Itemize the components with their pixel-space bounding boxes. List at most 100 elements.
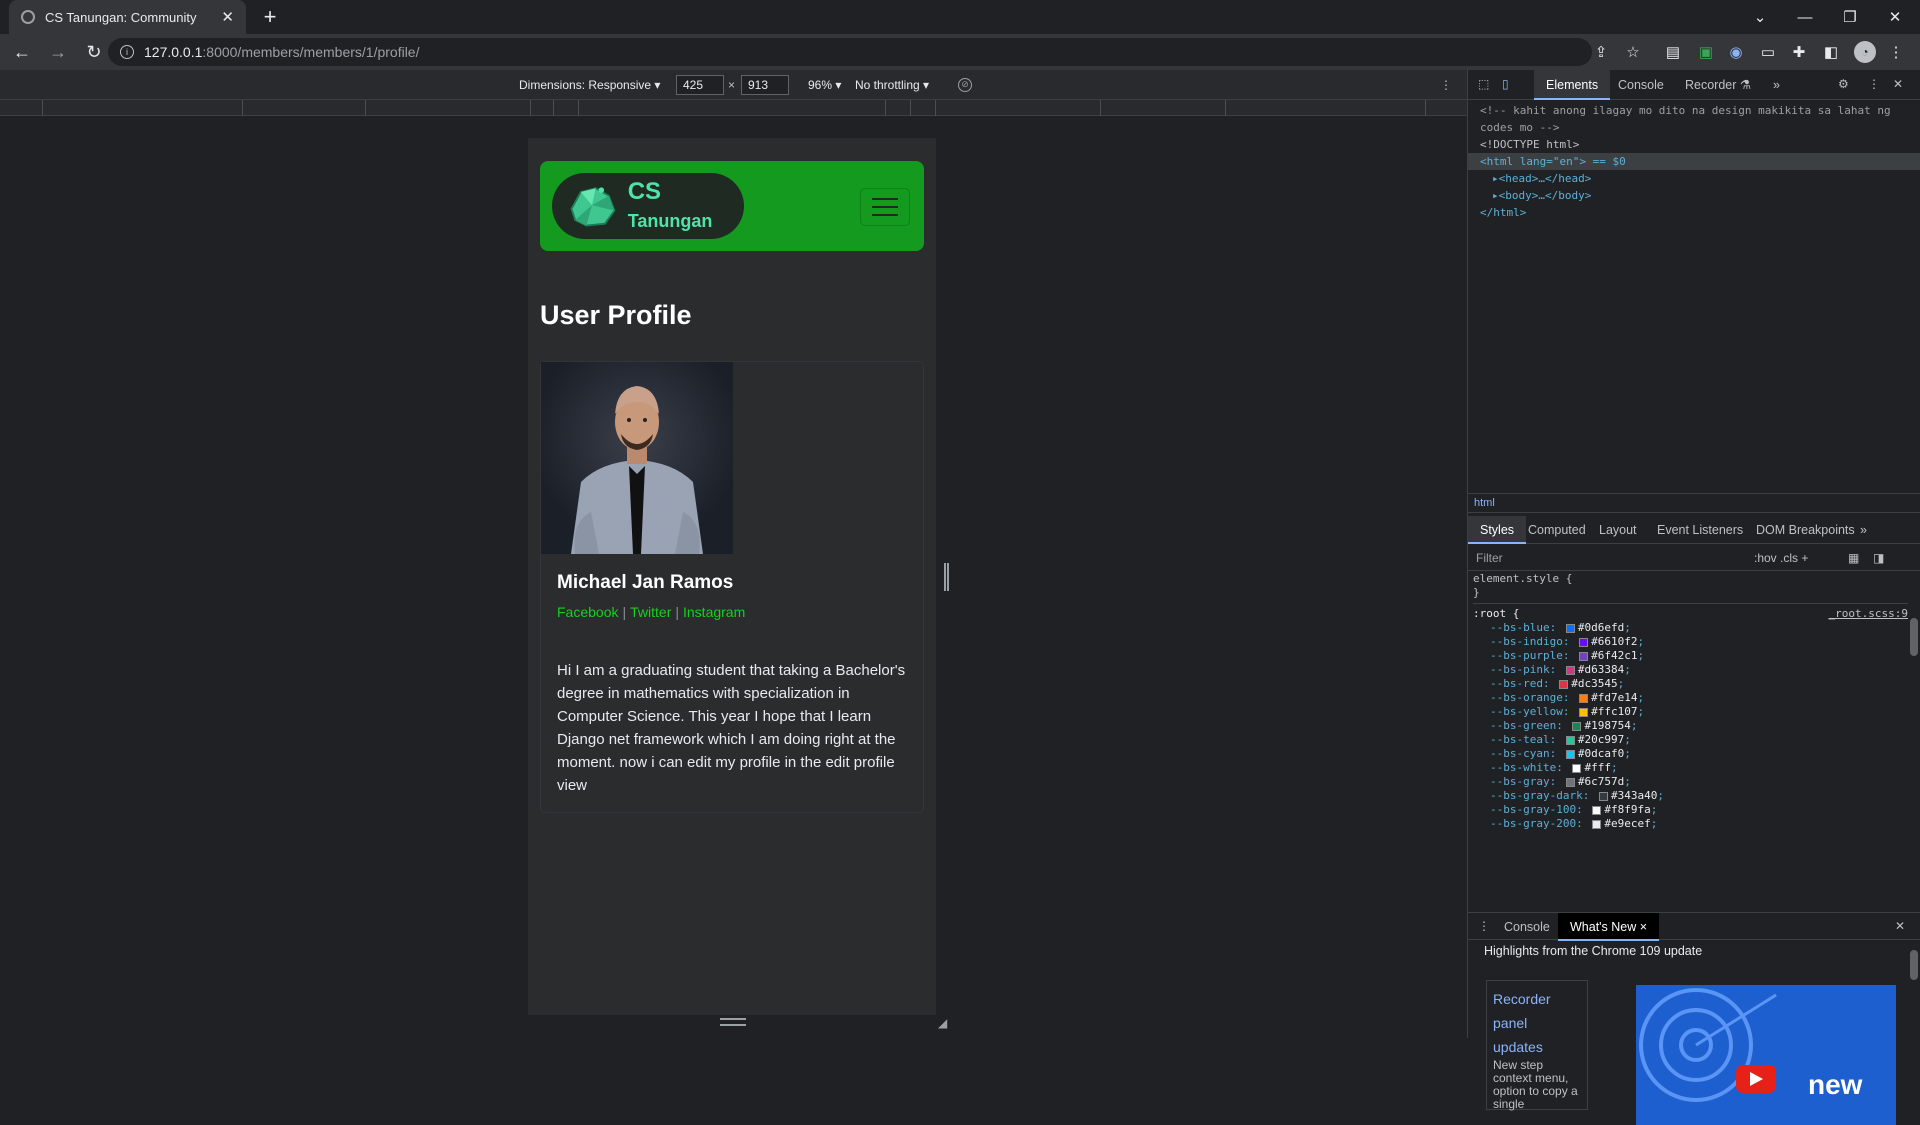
color-swatch-icon[interactable] bbox=[1579, 637, 1589, 647]
bookmark-star-icon[interactable]: ☆ bbox=[1622, 41, 1644, 63]
css-variable-row[interactable]: --bs-gray-dark: #343a40; bbox=[1473, 789, 1908, 803]
css-variable-row[interactable]: --bs-gray-200: #e9ecef; bbox=[1473, 817, 1908, 831]
minimize-button[interactable]: — bbox=[1785, 3, 1825, 31]
css-variable-row[interactable]: --bs-white: #fff; bbox=[1473, 761, 1908, 775]
reader-icon[interactable]: ▤ bbox=[1662, 41, 1684, 63]
css-variable-row[interactable]: --bs-teal: #20c997; bbox=[1473, 733, 1908, 747]
dom-comment[interactable]: <!-- kahit anong ilagay mo dito na desig… bbox=[1480, 102, 1920, 119]
color-swatch-icon[interactable] bbox=[1598, 791, 1608, 801]
css-variable-row[interactable]: --bs-blue: #0d6efd; bbox=[1473, 621, 1908, 635]
close-drawer-icon[interactable]: ✕ bbox=[1895, 919, 1905, 933]
dom-html-close[interactable]: </html> bbox=[1480, 204, 1920, 221]
css-variable-row[interactable]: --bs-purple: #6f42c1; bbox=[1473, 649, 1908, 663]
css-variable-row[interactable]: --bs-cyan: #0dcaf0; bbox=[1473, 747, 1908, 761]
css-variable-row[interactable]: --bs-yellow: #ffc107; bbox=[1473, 705, 1908, 719]
device-resize-handle-bottom[interactable] bbox=[720, 1018, 746, 1026]
info-icon[interactable]: i bbox=[120, 45, 134, 59]
css-variable-row[interactable]: --bs-green: #198754; bbox=[1473, 719, 1908, 733]
css-variable-row[interactable]: --bs-indigo: #6610f2; bbox=[1473, 635, 1908, 649]
forward-icon[interactable]: → bbox=[44, 38, 72, 66]
breadcrumb[interactable]: html bbox=[1468, 493, 1920, 513]
whats-new-link[interactable]: panel bbox=[1493, 1011, 1581, 1035]
paint-icon[interactable]: ▦ bbox=[1848, 545, 1859, 571]
tab-search-icon[interactable]: ⌄ bbox=[1740, 3, 1780, 31]
device-resize-handle-right[interactable] bbox=[944, 563, 949, 591]
close-tab-icon[interactable]: ✕ bbox=[221, 8, 234, 26]
side-panel-icon[interactable]: ◧ bbox=[1820, 41, 1842, 63]
reload-icon[interactable]: ↻ bbox=[80, 38, 108, 66]
color-swatch-icon[interactable] bbox=[1559, 679, 1569, 689]
color-swatch-icon[interactable] bbox=[1565, 777, 1575, 787]
extension-green-icon[interactable]: ▣ bbox=[1695, 41, 1717, 63]
share-icon[interactable]: ⇪ bbox=[1590, 41, 1612, 63]
twitter-link[interactable]: Twitter bbox=[630, 604, 671, 620]
more-tabs-icon[interactable]: » bbox=[1773, 70, 1780, 100]
css-variable-value[interactable]: #6c757d bbox=[1578, 775, 1624, 788]
dom-doctype[interactable]: <!DOCTYPE html> bbox=[1480, 136, 1920, 153]
color-swatch-icon[interactable] bbox=[1579, 707, 1589, 717]
inspect-element-icon[interactable]: ⬚ bbox=[1478, 77, 1489, 91]
media-query-ruler[interactable] bbox=[0, 100, 1467, 116]
whats-new-link[interactable]: Recorder bbox=[1493, 987, 1581, 1011]
css-variable-value[interactable]: #0d6efd bbox=[1578, 621, 1624, 634]
color-swatch-icon[interactable] bbox=[1572, 721, 1582, 731]
color-swatch-icon[interactable] bbox=[1565, 735, 1575, 745]
css-variable-row[interactable]: --bs-red: #dc3545; bbox=[1473, 677, 1908, 691]
facebook-link[interactable]: Facebook bbox=[557, 604, 618, 620]
device-toggle-icon[interactable]: ▯ bbox=[1502, 77, 1509, 91]
css-variable-row[interactable]: --bs-orange: #fd7e14; bbox=[1473, 691, 1908, 705]
puzzle-icon[interactable]: ✚ bbox=[1788, 41, 1810, 63]
whats-new-video-thumbnail[interactable]: new bbox=[1636, 985, 1896, 1125]
styles-scrollbar[interactable] bbox=[1910, 618, 1918, 656]
color-swatch-icon[interactable] bbox=[1565, 623, 1575, 633]
toggle-sidebar-icon[interactable]: ◨ bbox=[1873, 545, 1884, 571]
devtools-menu-icon[interactable]: ⋮ bbox=[1868, 77, 1880, 91]
zoom-select[interactable]: 96% ▾ bbox=[808, 78, 841, 92]
more-style-tabs-icon[interactable]: » bbox=[1860, 516, 1867, 544]
extension-window-icon[interactable]: ▭ bbox=[1757, 41, 1779, 63]
root-selector[interactable]: :root { bbox=[1473, 607, 1519, 620]
dom-head-node[interactable]: ▸<head>…</head> bbox=[1480, 170, 1920, 187]
drawer-tab-console[interactable]: Console bbox=[1504, 913, 1550, 941]
css-variable-value[interactable]: #fff bbox=[1584, 761, 1611, 774]
drawer-tab-whats-new[interactable]: What's New × bbox=[1558, 913, 1660, 941]
color-swatch-icon[interactable] bbox=[1592, 819, 1602, 829]
tab-dom-breakpoints[interactable]: DOM Breakpoints bbox=[1756, 516, 1855, 544]
css-variable-value[interactable]: #ffc107 bbox=[1591, 705, 1637, 718]
close-window-button[interactable]: ✕ bbox=[1875, 3, 1915, 31]
dom-html-node[interactable]: <html lang="en"> == $0 bbox=[1468, 153, 1920, 170]
settings-gear-icon[interactable]: ⚙ bbox=[1838, 77, 1849, 91]
address-bar[interactable]: i 127.0.0.1:8000/members/members/1/profi… bbox=[108, 38, 1592, 66]
throttling-select[interactable]: No throttling ▾ bbox=[855, 78, 929, 92]
css-variable-value[interactable]: #dc3545 bbox=[1571, 677, 1617, 690]
browser-tab[interactable]: CS Tanungan: Community ✕ bbox=[9, 0, 246, 34]
tab-computed[interactable]: Computed bbox=[1528, 516, 1586, 544]
css-variable-value[interactable]: #d63384 bbox=[1578, 663, 1624, 676]
styles-filter-input[interactable]: Filter :hov .cls + ▦ ◨ bbox=[1468, 545, 1920, 571]
css-variable-value[interactable]: #e9ecef bbox=[1604, 817, 1650, 830]
color-swatch-icon[interactable] bbox=[1579, 693, 1589, 703]
back-icon[interactable]: ← bbox=[8, 38, 36, 66]
tab-styles[interactable]: Styles bbox=[1468, 516, 1527, 544]
dom-comment-cont[interactable]: codes mo --> bbox=[1480, 119, 1920, 136]
color-swatch-icon[interactable] bbox=[1592, 805, 1602, 815]
tab-elements[interactable]: Elements bbox=[1534, 70, 1611, 100]
drawer-scrollbar[interactable] bbox=[1910, 950, 1918, 980]
css-variable-row[interactable]: --bs-gray: #6c757d; bbox=[1473, 775, 1908, 789]
tab-console[interactable]: Console bbox=[1618, 70, 1664, 100]
css-variable-value[interactable]: #0dcaf0 bbox=[1578, 747, 1624, 760]
rotate-icon[interactable]: ⊘ bbox=[958, 77, 972, 92]
css-variable-value[interactable]: #20c997 bbox=[1578, 733, 1624, 746]
close-devtools-icon[interactable]: ✕ bbox=[1893, 77, 1903, 91]
whats-new-link[interactable]: updates bbox=[1493, 1035, 1581, 1059]
css-variable-value[interactable]: #fd7e14 bbox=[1591, 691, 1637, 704]
extension-timer-icon[interactable]: ◉ bbox=[1725, 41, 1747, 63]
hamburger-menu-button[interactable] bbox=[860, 188, 910, 226]
element-style-rule[interactable]: element.style { bbox=[1473, 572, 1908, 586]
filter-tools[interactable]: :hov .cls + bbox=[1754, 545, 1808, 571]
tab-recorder[interactable]: Recorder ⚗ bbox=[1685, 70, 1751, 100]
css-variable-value[interactable]: #6f42c1 bbox=[1591, 649, 1637, 662]
instagram-link[interactable]: Instagram bbox=[683, 604, 745, 620]
css-variable-value[interactable]: #198754 bbox=[1584, 719, 1630, 732]
brand-logo[interactable]: CS Tanungan bbox=[552, 173, 744, 239]
